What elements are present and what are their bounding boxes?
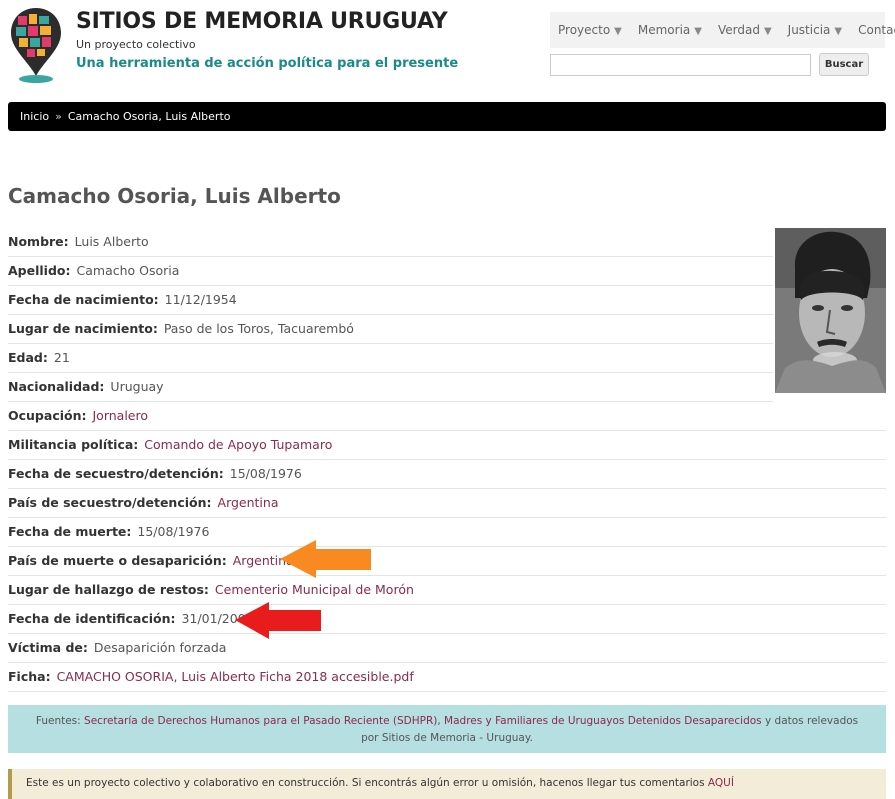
site-tagline: Una herramienta de acción política para … <box>76 56 459 71</box>
nav-label: Contacto <box>858 23 895 37</box>
search-button[interactable]: Buscar <box>819 53 869 76</box>
field-ocupacion: Ocupación: Jornalero <box>8 402 886 431</box>
sources-box: Fuentes: Secretaría de Derechos Humanos … <box>8 705 886 753</box>
field-value: Desaparición forzada <box>93 640 227 655</box>
field-edad: Edad: 21 <box>8 344 773 373</box>
field-value: Camacho Osoria <box>76 263 180 278</box>
field-value: 15/08/1976 <box>137 524 210 539</box>
field-pais-muerte: País de muerte o desaparición: Argentina <box>8 547 886 576</box>
field-label: Edad: <box>8 350 48 365</box>
field-ficha: Ficha: CAMACHO OSORIA, Luis Alberto Ficha… <box>8 663 886 692</box>
field-apellido: Apellido: Camacho Osoria <box>8 257 773 286</box>
caret-down-icon: ▼ <box>694 26 702 37</box>
field-value-link[interactable]: Comando de Apoyo Tupamaro <box>144 437 332 452</box>
nav-item-contacto[interactable]: Contacto <box>850 12 895 48</box>
notice-text: Este es un proyecto colectivo y colabora… <box>26 777 708 789</box>
site-slogan: Un proyecto colectivo <box>76 38 196 51</box>
ficha-pdf-link[interactable]: CAMACHO OSORIA, Luis Alberto Ficha 2018 … <box>57 669 414 684</box>
field-label: Nacionalidad: <box>8 379 105 394</box>
field-label: Fecha de muerte: <box>8 524 132 539</box>
caret-down-icon: ▼ <box>834 26 843 37</box>
nav-label: Proyecto <box>558 23 611 37</box>
field-value: 21 <box>53 350 70 365</box>
field-label: Ocupación: <box>8 408 87 423</box>
field-label: Víctima de: <box>8 640 88 655</box>
sources-link-sdhpr[interactable]: Secretaría de Derechos Humanos para el P… <box>84 715 437 727</box>
field-fecha-muerte: Fecha de muerte: 15/08/1976 <box>8 518 886 547</box>
field-value: 15/08/1976 <box>229 466 302 481</box>
page-title: Camacho Osoria, Luis Alberto <box>8 184 341 208</box>
field-label: País de muerte o desaparición: <box>8 553 227 568</box>
field-label: Fecha de nacimiento: <box>8 292 159 307</box>
field-lugar-nacimiento: Lugar de nacimiento: Paso de los Toros, T… <box>8 315 773 344</box>
field-label: Ficha: <box>8 669 51 684</box>
field-value-link[interactable]: Jornalero <box>93 408 149 423</box>
field-label: Lugar de hallazgo de restos: <box>8 582 209 597</box>
orange-arrow-icon <box>280 540 371 578</box>
main-nav: Proyecto ▼ Memoria ▼ Verdad ▼ Justicia ▼ Con… <box>550 12 895 48</box>
field-label: Fecha de secuestro/detención: <box>8 466 224 481</box>
field-value-link[interactable]: Argentina <box>218 495 279 510</box>
field-nacionalidad: Nacionalidad: Uruguay <box>8 373 773 402</box>
field-label: Apellido: <box>8 263 71 278</box>
field-value: 11/12/1954 <box>164 292 237 307</box>
sources-prefix: Fuentes: <box>35 715 85 727</box>
field-fecha-secuestro: Fecha de secuestro/detención: 15/08/1976 <box>8 460 886 489</box>
red-arrow-icon <box>235 602 321 639</box>
search-input[interactable] <box>550 54 811 76</box>
site-header: SITIOS DE MEMORIA URUGUAY Un proyecto co… <box>0 0 895 100</box>
nav-item-justicia[interactable]: Justicia ▼ <box>780 12 850 48</box>
breadcrumb-current: Camacho Osoria, Luis Alberto <box>67 110 231 123</box>
sources-link-madres[interactable]: Madres y Familiares de Uruguayos Detenid… <box>444 715 762 727</box>
field-label: Lugar de nacimiento: <box>8 321 158 336</box>
site-title[interactable]: SITIOS DE MEMORIA URUGUAY <box>76 9 448 34</box>
caret-down-icon: ▼ <box>763 26 772 37</box>
field-militancia: Militancia política: Comando de Apoyo Tup… <box>8 431 886 460</box>
field-label: Militancia política: <box>8 437 139 452</box>
notice-box: Este es un proyecto colectivo y colabora… <box>8 769 886 799</box>
field-value: Luis Alberto <box>74 234 149 249</box>
person-details: Nombre: Luis Alberto Apellido: Camacho Oso… <box>8 228 886 692</box>
breadcrumb-separator: » <box>55 110 62 123</box>
field-nombre: Nombre: Luis Alberto <box>8 228 773 257</box>
field-value: Paso de los Toros, Tacuarembó <box>163 321 354 336</box>
field-lugar-hallazgo: Lugar de hallazgo de restos: Cementerio M… <box>8 576 886 605</box>
field-value-link[interactable]: Cementerio Municipal de Morón <box>215 582 414 597</box>
field-label: Fecha de identificación: <box>8 611 176 626</box>
nav-item-verdad[interactable]: Verdad ▼ <box>710 12 780 48</box>
nav-item-proyecto[interactable]: Proyecto ▼ <box>550 12 630 48</box>
site-logo[interactable] <box>8 6 64 84</box>
caret-down-icon: ▼ <box>614 26 622 37</box>
field-victima-de: Víctima de: Desaparición forzada <box>8 634 886 663</box>
nav-label: Justicia <box>787 23 831 37</box>
field-fecha-identificacion: Fecha de identificación: 31/01/2002 <box>8 605 886 634</box>
field-pais-secuestro: País de secuestro/detención: Argentina <box>8 489 886 518</box>
field-label: Nombre: <box>8 234 69 249</box>
nav-label: Verdad <box>717 23 760 37</box>
breadcrumb-home-link[interactable]: Inicio <box>20 110 49 123</box>
field-value: Uruguay <box>110 379 164 394</box>
field-label: País de secuestro/detención: <box>8 495 212 510</box>
breadcrumb: Inicio » Camacho Osoria, Luis Alberto <box>8 102 886 131</box>
notice-link-aqui[interactable]: AQUÍ <box>708 777 734 789</box>
nav-label: Memoria <box>637 23 691 37</box>
field-fecha-nacimiento: Fecha de nacimiento: 11/12/1954 <box>8 286 773 315</box>
nav-item-memoria[interactable]: Memoria ▼ <box>630 12 710 48</box>
